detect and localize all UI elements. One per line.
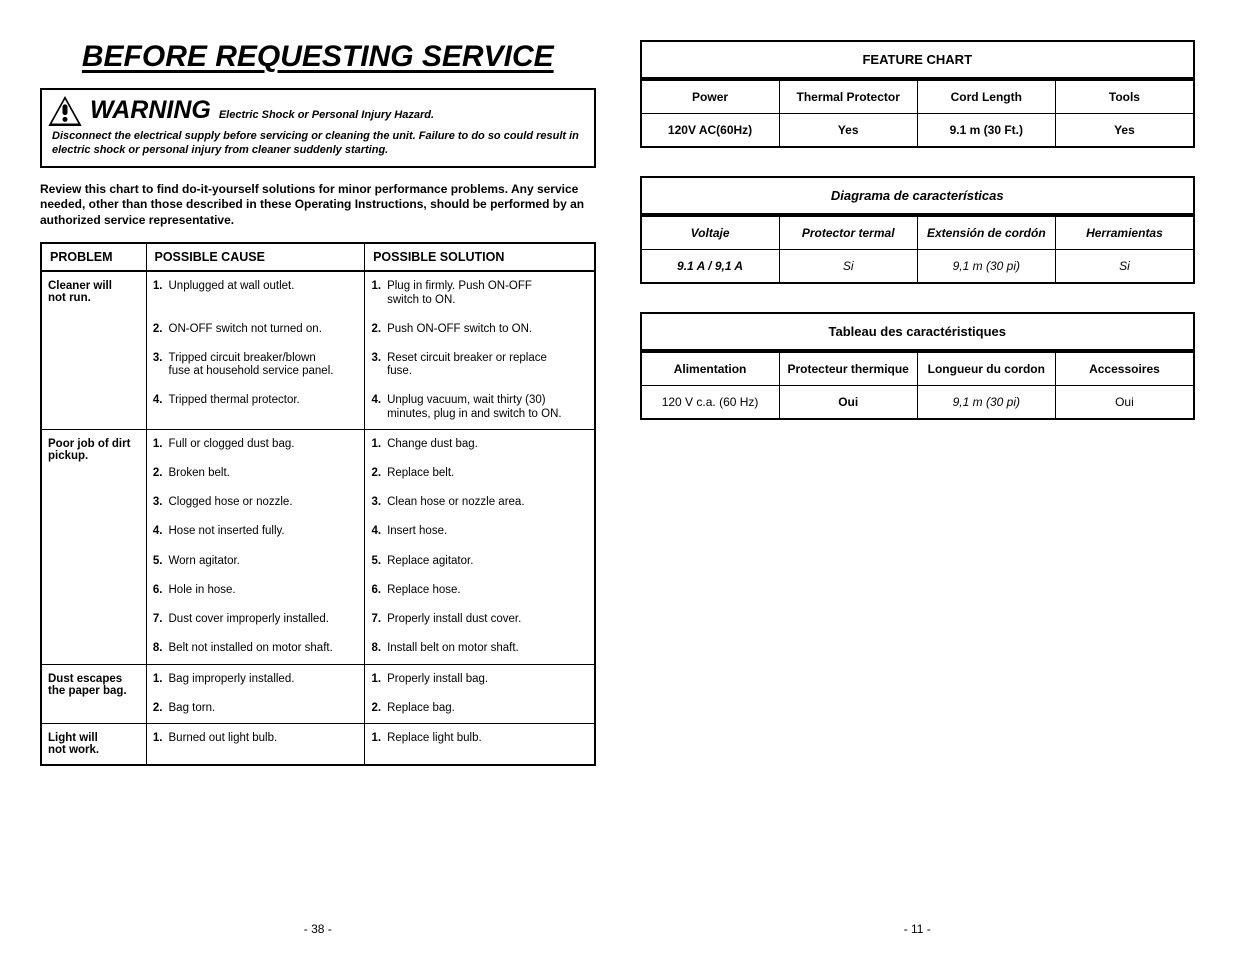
cause-cell: 8.Belt not installed on motor shaft. [146, 634, 365, 664]
page-title: BEFORE REQUESTING SERVICE [40, 40, 596, 74]
solution-cell: 4.Unplug vacuum, wait thirty (30)minutes… [365, 386, 595, 429]
h: Extensión de cordón [918, 217, 1056, 249]
cause-cell: 5.Worn agitator. [146, 547, 365, 576]
cause-cell: 6.Hole in hose. [146, 576, 365, 605]
warning-word: WARNING [90, 96, 211, 125]
feature-chart-en: FEATURE CHART Power Thermal Protector Co… [640, 40, 1196, 148]
solution-cell: 2.Replace bag. [365, 694, 595, 724]
v: Si [780, 250, 918, 282]
v: Si [1056, 250, 1193, 282]
v: 120V AC(60Hz) [642, 114, 780, 146]
cause-cell: 3.Clogged hose or nozzle. [146, 488, 365, 517]
solution-cell: 7.Properly install dust cover. [365, 605, 595, 634]
cause-cell: 1.Full or clogged dust bag. [146, 429, 365, 459]
cause-cell: 2.Bag torn. [146, 694, 365, 724]
col-solution: POSSIBLE SOLUTION [365, 243, 595, 271]
col-cause: POSSIBLE CAUSE [146, 243, 365, 271]
v: 9,1 m (30 pi) [918, 386, 1056, 418]
page-number-right: - 11 - [618, 922, 1218, 936]
warning-box: WARNING Electric Shock or Personal Injur… [40, 88, 596, 168]
cause-cell: 4.Hose not inserted fully. [146, 517, 365, 546]
problem-cell: Poor job of dirtpickup. [41, 429, 146, 664]
h: Power [642, 81, 780, 113]
solution-cell: 1.Replace light bulb. [365, 724, 595, 766]
cause-cell: 2.Broken belt. [146, 459, 365, 488]
v: 9.1 A / 9,1 A [642, 250, 780, 282]
problem-cell: Light willnot work. [41, 724, 146, 766]
problem-cell: Cleaner willnot run. [41, 271, 146, 429]
solution-cell: 4.Insert hose. [365, 517, 595, 546]
v: Yes [1056, 114, 1193, 146]
warning-hazard: Electric Shock or Personal Injury Hazard… [219, 109, 434, 121]
h: Herramientas [1056, 217, 1193, 249]
solution-cell: 8.Install belt on motor shaft. [365, 634, 595, 664]
cause-cell: 3.Tripped circuit breaker/blownfuse at h… [146, 344, 365, 386]
h: Thermal Protector [780, 81, 918, 113]
cause-cell: 1.Burned out light bulb. [146, 724, 365, 766]
v: Yes [780, 114, 918, 146]
solution-cell: 1.Properly install bag. [365, 664, 595, 694]
h: Alimentation [642, 353, 780, 385]
solution-cell: 6.Replace hose. [365, 576, 595, 605]
v: Oui [1056, 386, 1193, 418]
warning-body: Disconnect the electrical supply before … [48, 130, 584, 158]
solution-cell: 5.Replace agitator. [365, 547, 595, 576]
solution-cell: 1.Change dust bag. [365, 429, 595, 459]
cause-cell: 1.Bag improperly installed. [146, 664, 365, 694]
h: Voltaje [642, 217, 780, 249]
cause-cell: 7.Dust cover improperly installed. [146, 605, 365, 634]
solution-cell: 2.Replace belt. [365, 459, 595, 488]
page-number-left: - 38 - [18, 922, 618, 936]
solution-cell: 3.Reset circuit breaker or replacefuse. [365, 344, 595, 386]
feature-title: Diagrama de características [642, 178, 1194, 215]
intro-text: Review this chart to find do-it-yourself… [40, 182, 596, 229]
solution-cell: 1.Plug in firmly. Push ON-OFFswitch to O… [365, 271, 595, 314]
right-page: FEATURE CHART Power Thermal Protector Co… [618, 40, 1218, 936]
col-problem: PROBLEM [41, 243, 146, 271]
v: 120 V c.a. (60 Hz) [642, 386, 780, 418]
problem-cell: Dust escapesthe paper bag. [41, 664, 146, 723]
cause-cell: 4.Tripped thermal protector. [146, 386, 365, 429]
feature-title: Tableau des caractéristiques [642, 314, 1194, 351]
h: Cord Length [918, 81, 1056, 113]
cause-cell: 2.ON-OFF switch not turned on. [146, 315, 365, 344]
h: Accessoires [1056, 353, 1193, 385]
feature-chart-fr: Tableau des caractéristiques Alimentatio… [640, 312, 1196, 420]
v: Oui [780, 386, 918, 418]
solution-cell: 3.Clean hose or nozzle area. [365, 488, 595, 517]
v: 9.1 m (30 Ft.) [918, 114, 1056, 146]
h: Protector termal [780, 217, 918, 249]
feature-title: FEATURE CHART [642, 42, 1194, 79]
warning-icon [48, 96, 82, 126]
h: Protecteur thermique [780, 353, 918, 385]
left-page: BEFORE REQUESTING SERVICE WARNING Electr… [18, 40, 618, 936]
cause-cell: 1.Unplugged at wall outlet. [146, 271, 365, 314]
h: Tools [1056, 81, 1193, 113]
feature-chart-es: Diagrama de características Voltaje Prot… [640, 176, 1196, 284]
solution-cell: 2.Push ON-OFF switch to ON. [365, 315, 595, 344]
troubleshooting-table: PROBLEM POSSIBLE CAUSE POSSIBLE SOLUTION… [40, 242, 596, 766]
v: 9,1 m (30 pi) [918, 250, 1056, 282]
h: Longueur du cordon [918, 353, 1056, 385]
